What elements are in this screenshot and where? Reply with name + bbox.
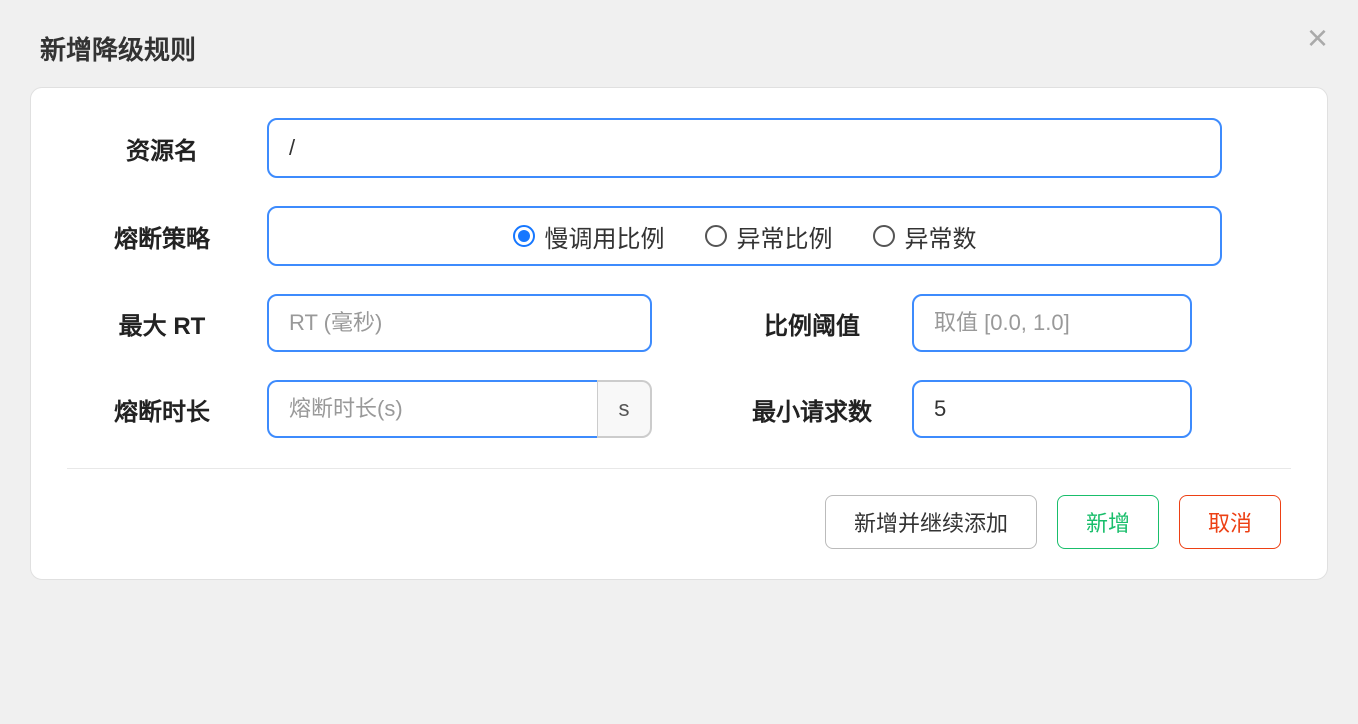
footer-actions: 新增并继续添加 新增 取消 <box>67 495 1291 549</box>
cancel-button[interactable]: 取消 <box>1179 495 1281 549</box>
form-card: 资源名 熔断策略 慢调用比例 异常比例 异常数 <box>30 87 1328 580</box>
modal-header: 新增降级规则 × <box>0 0 1358 87</box>
radio-label: 异常比例 <box>737 219 833 254</box>
label-ratio-threshold: 比例阈值 <box>712 306 912 341</box>
break-duration-group: s <box>267 380 652 438</box>
label-strategy: 熔断策略 <box>67 219 267 254</box>
radio-exception-count[interactable]: 异常数 <box>873 219 977 254</box>
radio-unselected-icon <box>705 225 727 247</box>
divider <box>67 468 1291 469</box>
max-rt-input[interactable] <box>267 294 652 352</box>
radio-label: 慢调用比例 <box>545 219 665 254</box>
modal-title: 新增降级规则 <box>40 30 196 67</box>
label-resource: 资源名 <box>67 131 267 166</box>
resource-name-input[interactable] <box>267 118 1222 178</box>
radio-slow-call-ratio[interactable]: 慢调用比例 <box>513 219 665 254</box>
add-continue-button[interactable]: 新增并继续添加 <box>825 495 1037 549</box>
radio-selected-icon <box>513 225 535 247</box>
row-resource: 资源名 <box>67 118 1291 178</box>
radio-exception-ratio[interactable]: 异常比例 <box>705 219 833 254</box>
label-min-request: 最小请求数 <box>712 392 912 427</box>
strategy-radio-group: 慢调用比例 异常比例 异常数 <box>267 206 1222 266</box>
row-rt-ratio: 最大 RT 比例阈值 <box>67 294 1291 352</box>
duration-suffix: s <box>597 380 652 438</box>
radio-unselected-icon <box>873 225 895 247</box>
label-break-duration: 熔断时长 <box>67 392 267 427</box>
min-request-input[interactable] <box>912 380 1192 438</box>
row-strategy: 熔断策略 慢调用比例 异常比例 异常数 <box>67 206 1291 266</box>
add-button[interactable]: 新增 <box>1057 495 1159 549</box>
close-icon[interactable]: × <box>1307 20 1328 56</box>
radio-label: 异常数 <box>905 219 977 254</box>
label-max-rt: 最大 RT <box>67 306 267 341</box>
ratio-threshold-input[interactable] <box>912 294 1192 352</box>
break-duration-input[interactable] <box>267 380 597 438</box>
row-duration-minreq: 熔断时长 s 最小请求数 <box>67 380 1291 438</box>
